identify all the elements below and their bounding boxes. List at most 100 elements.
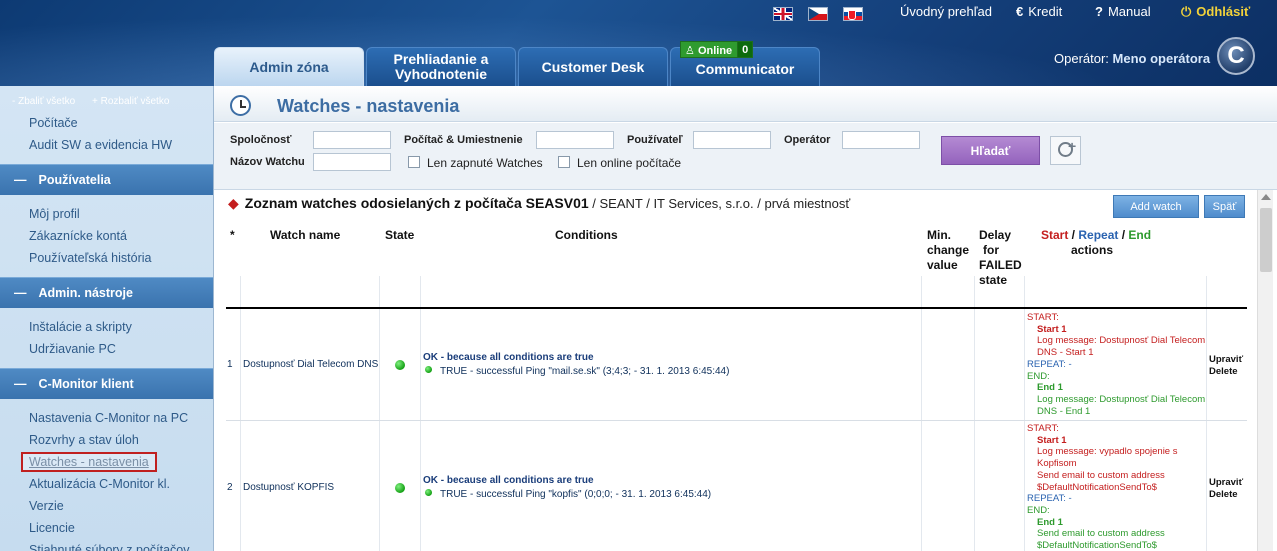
search-button[interactable]: Hľadať [941, 136, 1040, 165]
only-online-checkbox[interactable] [558, 156, 570, 168]
col-header-star: * [230, 228, 235, 242]
sidebar-item-customer-accounts[interactable]: Zákaznícke kontá [29, 229, 127, 243]
actions-word: actions [1071, 243, 1114, 257]
add-watch-button[interactable]: Add watch [1113, 195, 1199, 218]
sidebar-item-installations[interactable]: Inštalácie a skripty [29, 320, 132, 334]
sidebar-section-users[interactable]: — Používatelia [0, 164, 213, 195]
tab-customer-desk[interactable]: Customer Desk [518, 47, 668, 86]
manual-link[interactable]: ? Manual [1095, 4, 1151, 19]
operator-input[interactable] [842, 131, 920, 149]
collapse-all-link[interactable]: - Zbaliť všetko [12, 96, 75, 107]
sidebar-item-computers[interactable]: Počítače [29, 116, 78, 130]
user-label: Používateľ [627, 134, 683, 146]
tab-review[interactable]: Prehliadanie a Vyhodnotenie [366, 47, 516, 86]
col-header-min-change: Min. change value [927, 228, 969, 273]
sidebar-item-profile[interactable]: Môj profil [29, 207, 80, 221]
delete-link[interactable]: Delete [1209, 489, 1238, 501]
filter-panel: Spoločnosť Počítač & Umiestnenie Používa… [214, 123, 1277, 190]
start-number: Start 1 [1037, 323, 1067, 335]
top-header: Úvodný prehľad € Kredit ? Manual ⏻ Odhlásiť… [0, 0, 1277, 86]
collapse-icon: — [14, 286, 27, 300]
end-number: End 1 [1037, 382, 1063, 394]
operator-name[interactable]: Meno operátora [1113, 51, 1211, 66]
col-header-name[interactable]: Watch name [270, 228, 340, 243]
logout-label: Odhlásiť [1196, 4, 1251, 19]
overview-link[interactable]: Úvodný prehľad [900, 4, 992, 19]
delete-link[interactable]: Delete [1209, 366, 1238, 378]
min-change-line: Min. [927, 228, 951, 242]
sidebar-item-user-history[interactable]: Používateľská história [29, 251, 151, 265]
computer-input[interactable] [536, 131, 614, 149]
back-button[interactable]: Späť [1204, 195, 1245, 218]
row-number: 1 [227, 359, 233, 370]
diamond-icon: ◆ [228, 195, 239, 211]
condition-summary: OK - because all conditions are true [423, 352, 594, 363]
actions-end: End [1128, 228, 1152, 242]
edit-link[interactable]: Upraviť [1209, 477, 1243, 489]
flag-uk-icon[interactable] [773, 7, 793, 21]
start-number: Start 1 [1037, 434, 1067, 446]
watch-name-input[interactable] [313, 153, 391, 171]
sidebar: - Zbaliť všetko + Rozbaliť všetko Počíta… [0, 86, 214, 551]
actions-cell: START: Start 1 Log message: Dostupnosť D… [1027, 312, 1205, 417]
vertical-scrollbar[interactable] [1257, 190, 1273, 551]
end-line: Send email to custom address [1037, 528, 1165, 540]
end-number: End 1 [1037, 516, 1063, 528]
sidebar-item-versions[interactable]: Verzie [29, 499, 64, 513]
repeat-label: REPEAT: - [1027, 493, 1072, 505]
condition-ok-icon [425, 489, 432, 496]
online-badge[interactable]: ♙ Online 0 [680, 41, 754, 58]
col-header-state[interactable]: State [385, 228, 414, 243]
start-label: START: [1027, 423, 1059, 434]
actions-sep: / [1118, 228, 1129, 242]
online-label: ♙ Online [680, 41, 739, 58]
watch-name-cell[interactable]: Dostupnosť Dial Telecom DNS [243, 359, 378, 371]
operator-info: Operátor: Meno operátora [1054, 51, 1210, 66]
page-title: Watches - nastavenia [277, 96, 460, 116]
user-input[interactable] [693, 131, 771, 149]
start-line: $DefaultNotificationSendTo$ [1037, 481, 1157, 493]
credit-link[interactable]: € Kredit [1016, 4, 1062, 19]
logout-link[interactable]: ⏻ Odhlásiť [1181, 4, 1250, 20]
delay-line: FAILED [979, 258, 1022, 272]
scroll-thumb[interactable] [1260, 208, 1272, 272]
watch-name-cell[interactable]: Dostupnosť KOPFIS [243, 482, 334, 494]
sidebar-item-watches[interactable]: Watches - nastavenia [21, 452, 157, 472]
sidebar-section-admin-tools[interactable]: — Admin. nástroje [0, 277, 213, 308]
section-title: C-Monitor klient [38, 377, 134, 391]
sidebar-item-update[interactable]: Aktualizácia C-Monitor kl. [29, 477, 170, 491]
edit-link[interactable]: Upraviť [1209, 354, 1243, 366]
sidebar-item-downloads[interactable]: Stiahnuté súbory z počítačov [29, 543, 190, 551]
start-line: DNS - Start 1 [1037, 347, 1094, 359]
flag-cz-icon[interactable] [808, 7, 828, 21]
delay-line: state [979, 273, 1008, 287]
tab-desk-label: Customer Desk [541, 58, 645, 75]
scroll-up-icon[interactable] [1261, 194, 1271, 200]
company-input[interactable] [313, 131, 391, 149]
status-ok-icon [395, 360, 405, 370]
power-icon: ⏻ [1181, 4, 1192, 19]
row-number: 2 [227, 482, 233, 493]
sidebar-item-schedules[interactable]: Rozvrhy a stav úloh [29, 433, 139, 447]
sidebar-item-maintenance[interactable]: Udržiavanie PC [29, 342, 116, 356]
sidebar-item-cmonitor-settings[interactable]: Nastavenia C-Monitor na PC [29, 411, 188, 425]
only-enabled-checkbox[interactable] [408, 156, 420, 168]
list-heading: ◆ Zoznam watches odosielaných z počítača … [228, 195, 850, 212]
end-line: DNS - End 1 [1037, 405, 1091, 417]
advanced-search-icon[interactable] [1050, 136, 1081, 165]
sidebar-item-audit[interactable]: Audit SW a evidencia HW [29, 138, 172, 152]
expand-all-link[interactable]: + Rozbaliť všetko [92, 96, 169, 107]
sidebar-section-cmonitor-client[interactable]: — C-Monitor klient [0, 368, 213, 399]
list-heading-title: Zoznam watches odosielaných z počítača S… [244, 195, 589, 211]
title-bar: Watches - nastavenia [214, 86, 1277, 122]
credit-label: Kredit [1028, 4, 1063, 19]
sidebar-item-licences[interactable]: Licencie [29, 521, 75, 535]
actions-repeat: Repeat [1078, 228, 1119, 242]
col-header-conditions[interactable]: Conditions [555, 228, 618, 243]
flag-sk-icon[interactable] [843, 7, 863, 21]
start-line: Log message: vypadlo spojenie s [1037, 446, 1178, 458]
tab-admin-zone[interactable]: Admin zóna [214, 47, 364, 86]
online-text: Online [697, 45, 733, 57]
operator-label: Operátor: [1054, 51, 1109, 66]
euro-icon: € [1016, 4, 1024, 19]
